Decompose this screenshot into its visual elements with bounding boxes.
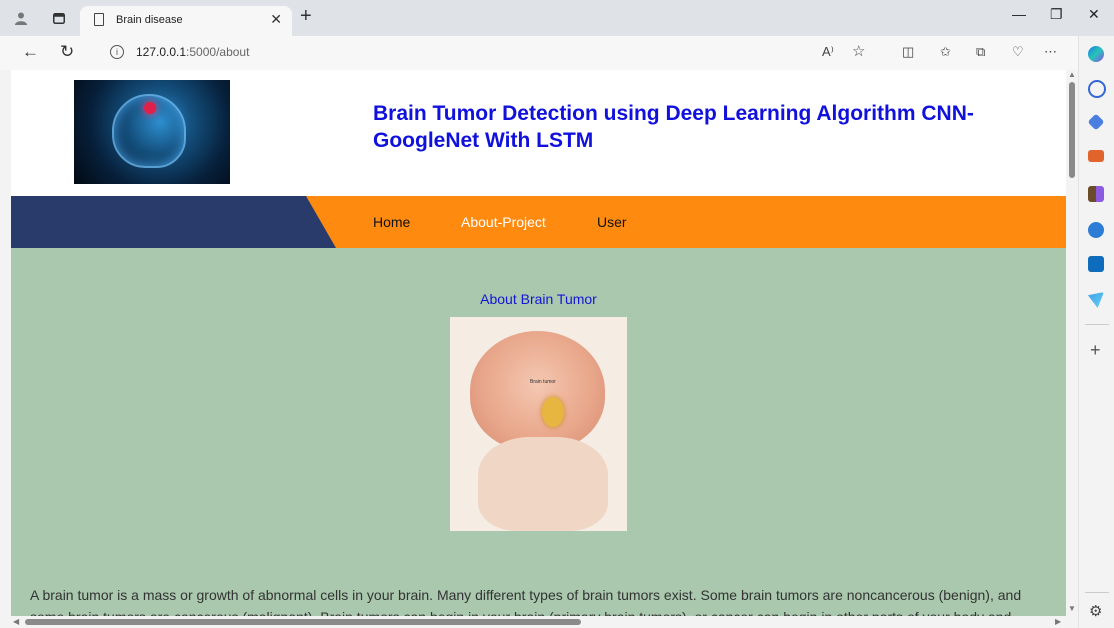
add-sidebar-app-icon[interactable]: + (1090, 340, 1101, 361)
vertical-scrollbar[interactable]: ▲ ▼ (1066, 70, 1078, 618)
tumor-drawing (542, 397, 564, 427)
site-info-icon[interactable]: i (110, 45, 124, 59)
address-input[interactable]: i 127.0.0.1:5000/about (100, 41, 880, 65)
site-header: Brain Tumor Detection using Deep Learnin… (11, 70, 1066, 196)
favorite-star-icon[interactable]: ☆ (852, 42, 865, 60)
shopping-tag-icon[interactable] (1087, 113, 1105, 131)
read-aloud-icon[interactable]: A⁾ (822, 44, 834, 60)
copilot-icon[interactable] (1088, 46, 1104, 62)
scroll-right-arrow-icon[interactable]: ▶ (1055, 617, 1061, 626)
nav-user[interactable]: User (597, 214, 627, 230)
tab-actions-icon[interactable] (48, 8, 70, 28)
horizontal-scrollbar[interactable]: ◀ ▶ (11, 616, 1066, 628)
scroll-up-arrow-icon[interactable]: ▲ (1068, 70, 1076, 79)
brain-logo-image (74, 80, 230, 184)
vertical-scroll-thumb[interactable] (1069, 82, 1075, 178)
browser-tab-strip: Brain disease ✕ + — ❐ ✕ (0, 0, 1114, 36)
tools-briefcase-icon[interactable] (1088, 150, 1104, 162)
page-icon (94, 13, 104, 26)
site-title: Brain Tumor Detection using Deep Learnin… (373, 102, 974, 152)
split-screen-icon[interactable]: ◫ (902, 44, 914, 60)
url-text: 127.0.0.1:5000/about (136, 45, 249, 59)
restore-icon[interactable]: ❐ (1050, 6, 1063, 23)
games-icon[interactable] (1088, 186, 1104, 202)
tumor-highlight (144, 102, 156, 114)
sidebar-settings-gear-icon[interactable]: ⚙ (1089, 602, 1102, 620)
brain-tumor-illustration: Brain tumor (450, 317, 627, 531)
more-menu-icon[interactable]: ⋯ (1044, 44, 1057, 60)
sidebar-divider (1085, 324, 1109, 325)
scroll-left-arrow-icon[interactable]: ◀ (13, 617, 19, 626)
outlook-icon[interactable] (1088, 256, 1104, 272)
back-icon[interactable]: ← (22, 42, 39, 62)
tab-title: Brain disease (116, 14, 183, 26)
about-paragraph: A brain tumor is a mass or growth of abn… (30, 587, 1022, 618)
url-host: 127.0.0.1 (136, 45, 187, 59)
refresh-icon[interactable]: ↻ (60, 42, 74, 62)
close-tab-icon[interactable]: ✕ (270, 11, 282, 28)
favorites-icon[interactable]: ✩ (940, 44, 951, 60)
page-viewport: Brain Tumor Detection using Deep Learnin… (11, 70, 1066, 618)
nav-about-project[interactable]: About-Project (461, 214, 546, 230)
url-path: :5000/about (186, 45, 250, 59)
send-drop-icon[interactable] (1088, 292, 1104, 308)
new-tab-icon[interactable]: + (300, 5, 312, 28)
microsoft-365-icon[interactable] (1088, 222, 1104, 238)
search-icon[interactable] (1088, 80, 1106, 98)
browser-sidebar: + ⚙ (1078, 36, 1114, 628)
extensions-icon[interactable]: ♡ (1012, 44, 1024, 60)
brain-drawing (470, 331, 605, 451)
profile-icon[interactable] (10, 8, 32, 28)
tab-brain-disease[interactable]: Brain disease ✕ (80, 6, 292, 36)
about-content: About Brain Tumor Brain tumor A brain tu… (11, 248, 1066, 618)
close-window-icon[interactable]: ✕ (1088, 6, 1100, 23)
minimize-icon[interactable]: — (1012, 6, 1026, 22)
horizontal-scroll-thumb[interactable] (25, 619, 581, 625)
main-nav: Home About-Project User (11, 196, 1066, 248)
address-bar-row: ← ↻ i 127.0.0.1:5000/about A⁾ ☆ ◫ ✩ ⧉ ♡ … (0, 36, 1114, 70)
collections-icon[interactable]: ⧉ (976, 44, 985, 60)
scroll-down-arrow-icon[interactable]: ▼ (1068, 604, 1076, 613)
image-label: Brain tumor (530, 379, 556, 385)
sidebar-divider-bottom (1085, 592, 1109, 593)
about-heading: About Brain Tumor (480, 291, 597, 307)
nav-home[interactable]: Home (373, 214, 410, 230)
face-drawing (478, 437, 608, 531)
